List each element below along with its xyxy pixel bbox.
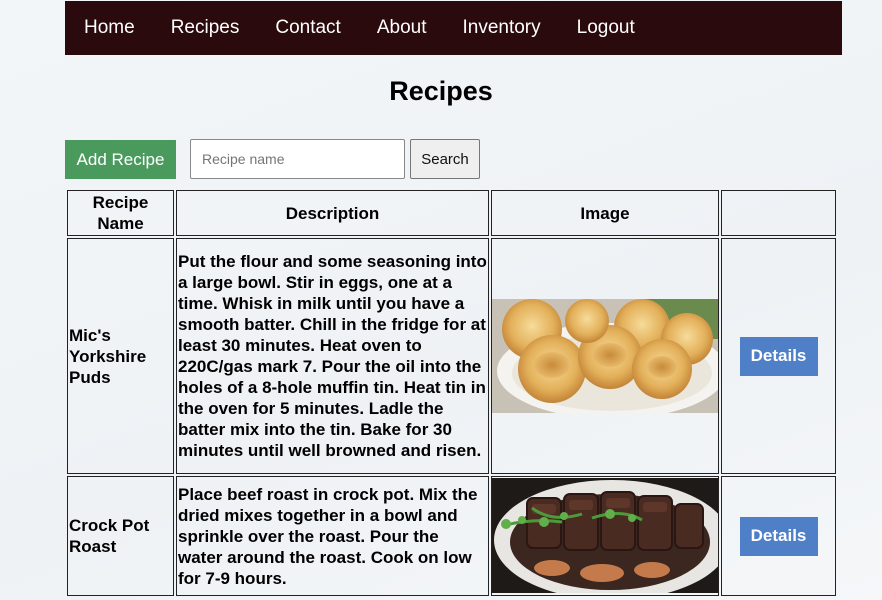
details-button[interactable]: Details [739, 516, 818, 556]
header-image: Image [491, 190, 719, 236]
nav-logout[interactable]: Logout [577, 1, 635, 55]
header-actions [721, 190, 836, 236]
nav-recipes[interactable]: Recipes [171, 1, 240, 55]
recipe-search-input[interactable] [190, 139, 405, 179]
table-row: Crock Pot Roast Place beef roast in croc… [67, 476, 836, 596]
nav-contact[interactable]: Contact [275, 1, 340, 55]
recipe-actions-cell: Details [721, 238, 836, 474]
yorkshire-pudding-image [492, 299, 718, 413]
table-row: Mic's Yorkshire Puds Put the flour and s… [67, 238, 836, 474]
add-recipe-button[interactable]: Add Recipe [65, 140, 176, 179]
pot-roast-image [492, 478, 718, 593]
table-header-row: Recipe Name Description Image [67, 190, 836, 236]
nav-home[interactable]: Home [84, 1, 135, 55]
recipes-table: Recipe Name Description Image Mic's York… [65, 188, 838, 598]
search-button[interactable]: Search [410, 139, 480, 179]
recipe-description-cell: Put the flour and some seasoning into a … [176, 238, 489, 474]
top-navbar: Home Recipes Contact About Inventory Log… [65, 1, 842, 55]
recipe-image-cell [491, 238, 719, 474]
page-title: Recipes [389, 76, 493, 106]
recipe-description-cell: Place beef roast in crock pot. Mix the d… [176, 476, 489, 596]
recipe-name-cell: Crock Pot Roast [67, 476, 174, 596]
details-button[interactable]: Details [739, 336, 818, 376]
nav-about[interactable]: About [377, 1, 427, 55]
header-description: Description [176, 190, 489, 236]
recipe-actions-cell: Details [721, 476, 836, 596]
recipe-image-cell [491, 476, 719, 596]
recipe-name-cell: Mic's Yorkshire Puds [67, 238, 174, 474]
header-recipe-name: Recipe Name [67, 190, 174, 236]
nav-inventory[interactable]: Inventory [462, 1, 540, 55]
